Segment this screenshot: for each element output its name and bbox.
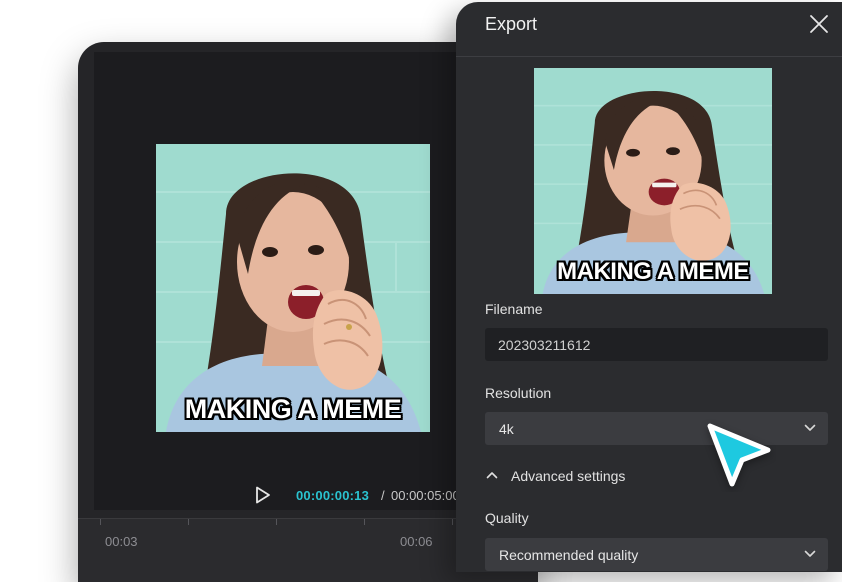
ruler-label-0003: 00:03 bbox=[105, 534, 138, 549]
quality-select[interactable]: Recommended quality bbox=[485, 538, 828, 571]
advanced-settings-label: Advanced settings bbox=[511, 468, 626, 484]
resolution-select[interactable]: 4k bbox=[485, 412, 828, 445]
chevron-up-icon bbox=[486, 472, 498, 479]
video-preview[interactable]: MAKING A MEME bbox=[156, 144, 430, 432]
panel-divider bbox=[456, 56, 842, 57]
chevron-down-icon bbox=[804, 424, 816, 431]
resolution-selected-value: 4k bbox=[499, 421, 514, 437]
total-timecode: 00:00:05:00 bbox=[391, 488, 460, 503]
play-icon[interactable] bbox=[254, 486, 272, 504]
meme-photo bbox=[156, 144, 430, 432]
export-thumbnail: MAKING A MEME bbox=[534, 68, 772, 294]
export-panel: Export MAKING A MEME Filename 2023032116… bbox=[456, 2, 842, 572]
current-timecode: 00:00:00:13 bbox=[296, 488, 370, 503]
advanced-settings-toggle[interactable]: Advanced settings bbox=[485, 465, 685, 489]
pointer-cursor-icon bbox=[707, 423, 771, 487]
chevron-down-icon bbox=[804, 550, 816, 557]
meme-caption: MAKING A MEME bbox=[184, 394, 402, 424]
quality-label: Quality bbox=[485, 510, 529, 526]
resolution-label: Resolution bbox=[485, 385, 552, 401]
filename-input[interactable] bbox=[485, 328, 828, 361]
export-panel-title: Export bbox=[485, 14, 538, 34]
ruler-label-0006: 00:06 bbox=[400, 534, 433, 549]
filename-label: Filename bbox=[485, 301, 543, 317]
quality-selected-value: Recommended quality bbox=[499, 547, 639, 563]
close-icon[interactable] bbox=[808, 13, 830, 35]
timecode-separator: / bbox=[381, 488, 385, 503]
thumbnail-meme-caption: MAKING A MEME bbox=[557, 258, 749, 285]
